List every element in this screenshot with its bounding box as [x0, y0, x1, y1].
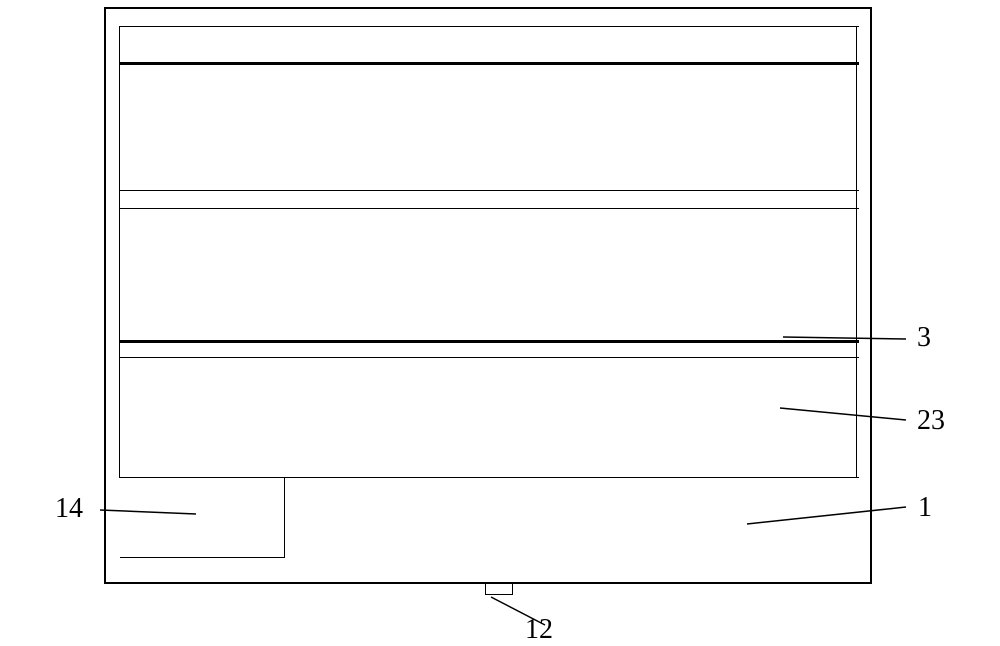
heavy-line-top [119, 62, 859, 65]
right-border [856, 26, 857, 477]
top-border [119, 26, 859, 27]
callout-label-14: 14 [55, 493, 83, 525]
bottom-left-rect [120, 478, 285, 558]
callout-label-23: 23 [917, 405, 945, 437]
left-border [119, 26, 120, 477]
outer-frame [104, 7, 872, 584]
callout-label-12: 12 [525, 614, 553, 646]
callout-label-3: 3 [917, 322, 931, 354]
bottom-center-tab [485, 583, 513, 595]
callout-label-1: 1 [918, 492, 932, 524]
heavy-line-mid [119, 340, 859, 343]
divider-3 [119, 357, 859, 358]
divider-2 [119, 208, 859, 209]
divider-1 [119, 190, 859, 191]
